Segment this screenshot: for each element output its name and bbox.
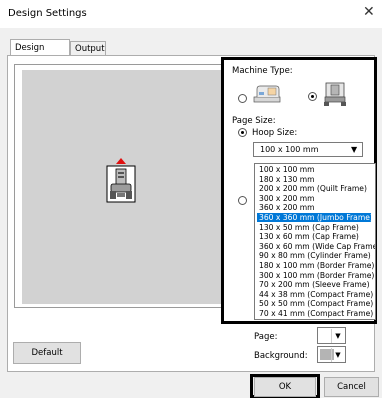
- hoop-size-option[interactable]: 44 x 38 mm (Compact Frame): [257, 290, 373, 299]
- hoop-size-option[interactable]: 300 x 100 mm (Border Frame): [257, 271, 374, 280]
- tab-design-page[interactable]: Design Page: [10, 39, 70, 69]
- hoop-size-option[interactable]: 300 x 200 mm: [257, 194, 371, 203]
- chevron-down-icon: ▼: [331, 329, 344, 343]
- background-label: Background:: [254, 351, 308, 361]
- hoop-size-dropdown-list[interactable]: 100 x 100 mm 180 x 130 mm 200 x 200 mm (Qu…: [254, 163, 376, 320]
- hoop-size-radio[interactable]: [238, 128, 247, 137]
- window-title: Design Settings: [8, 8, 87, 19]
- default-button[interactable]: Default: [13, 342, 81, 364]
- hoop-size-value: 100 x 100 mm: [260, 145, 319, 154]
- multi-needle-machine-icon: [324, 82, 346, 106]
- hoop-size-option[interactable]: 200 x 200 mm (Quilt Frame): [257, 184, 371, 193]
- hoop-size-option[interactable]: 50 x 50 mm (Compact Frame): [257, 299, 373, 308]
- ok-button[interactable]: OK: [254, 377, 316, 397]
- page-select[interactable]: ▼: [317, 327, 346, 344]
- background-color-select[interactable]: ▼: [317, 346, 346, 363]
- hoop-size-option[interactable]: 130 x 50 mm (Cap Frame): [257, 223, 371, 232]
- hoop-size-option[interactable]: 180 x 100 mm (Border Frame): [257, 261, 374, 270]
- chevron-down-icon: ▼: [331, 348, 344, 362]
- machine-type-radio-1[interactable]: [238, 94, 247, 103]
- close-icon[interactable]: ✕: [363, 5, 375, 19]
- hoop-size-option[interactable]: 90 x 80 mm (Cylinder Frame): [257, 251, 371, 260]
- hoop-size-option[interactable]: 180 x 130 mm: [257, 175, 371, 184]
- embroidery-machine-icon: [253, 85, 281, 103]
- custom-size-radio[interactable]: [238, 196, 247, 205]
- machine-type-radio-2[interactable]: [308, 92, 317, 101]
- page-label: Page:: [254, 332, 278, 342]
- hoop-size-option[interactable]: 70 x 41 mm (Compact Frame): [257, 309, 373, 318]
- hoop-size-option[interactable]: 70 x 200 mm (Sleeve Frame): [257, 280, 371, 289]
- machine-type-label: Machine Type:: [232, 66, 293, 76]
- tab-output[interactable]: Output: [70, 41, 106, 55]
- page-size-label: Page Size:: [232, 116, 276, 126]
- hoop-size-option[interactable]: 100 x 100 mm: [257, 165, 371, 174]
- cancel-button[interactable]: Cancel: [324, 377, 379, 397]
- hoop-size-option[interactable]: 360 x 60 mm (Wide Cap Frame): [257, 242, 375, 251]
- chevron-down-icon: ▼: [351, 145, 358, 154]
- hoop-size-select[interactable]: 100 x 100 mm ▼: [253, 142, 363, 157]
- hoop-size-option[interactable]: 360 x 200 mm: [257, 203, 371, 212]
- hoop-size-option[interactable]: 130 x 60 mm (Cap Frame): [257, 232, 371, 241]
- machine-preview-icon: [106, 158, 136, 203]
- hoop-size-option[interactable]: 360 x 360 mm (Jumbo Frame): [257, 213, 373, 222]
- hoop-size-label: Hoop Size:: [252, 128, 298, 138]
